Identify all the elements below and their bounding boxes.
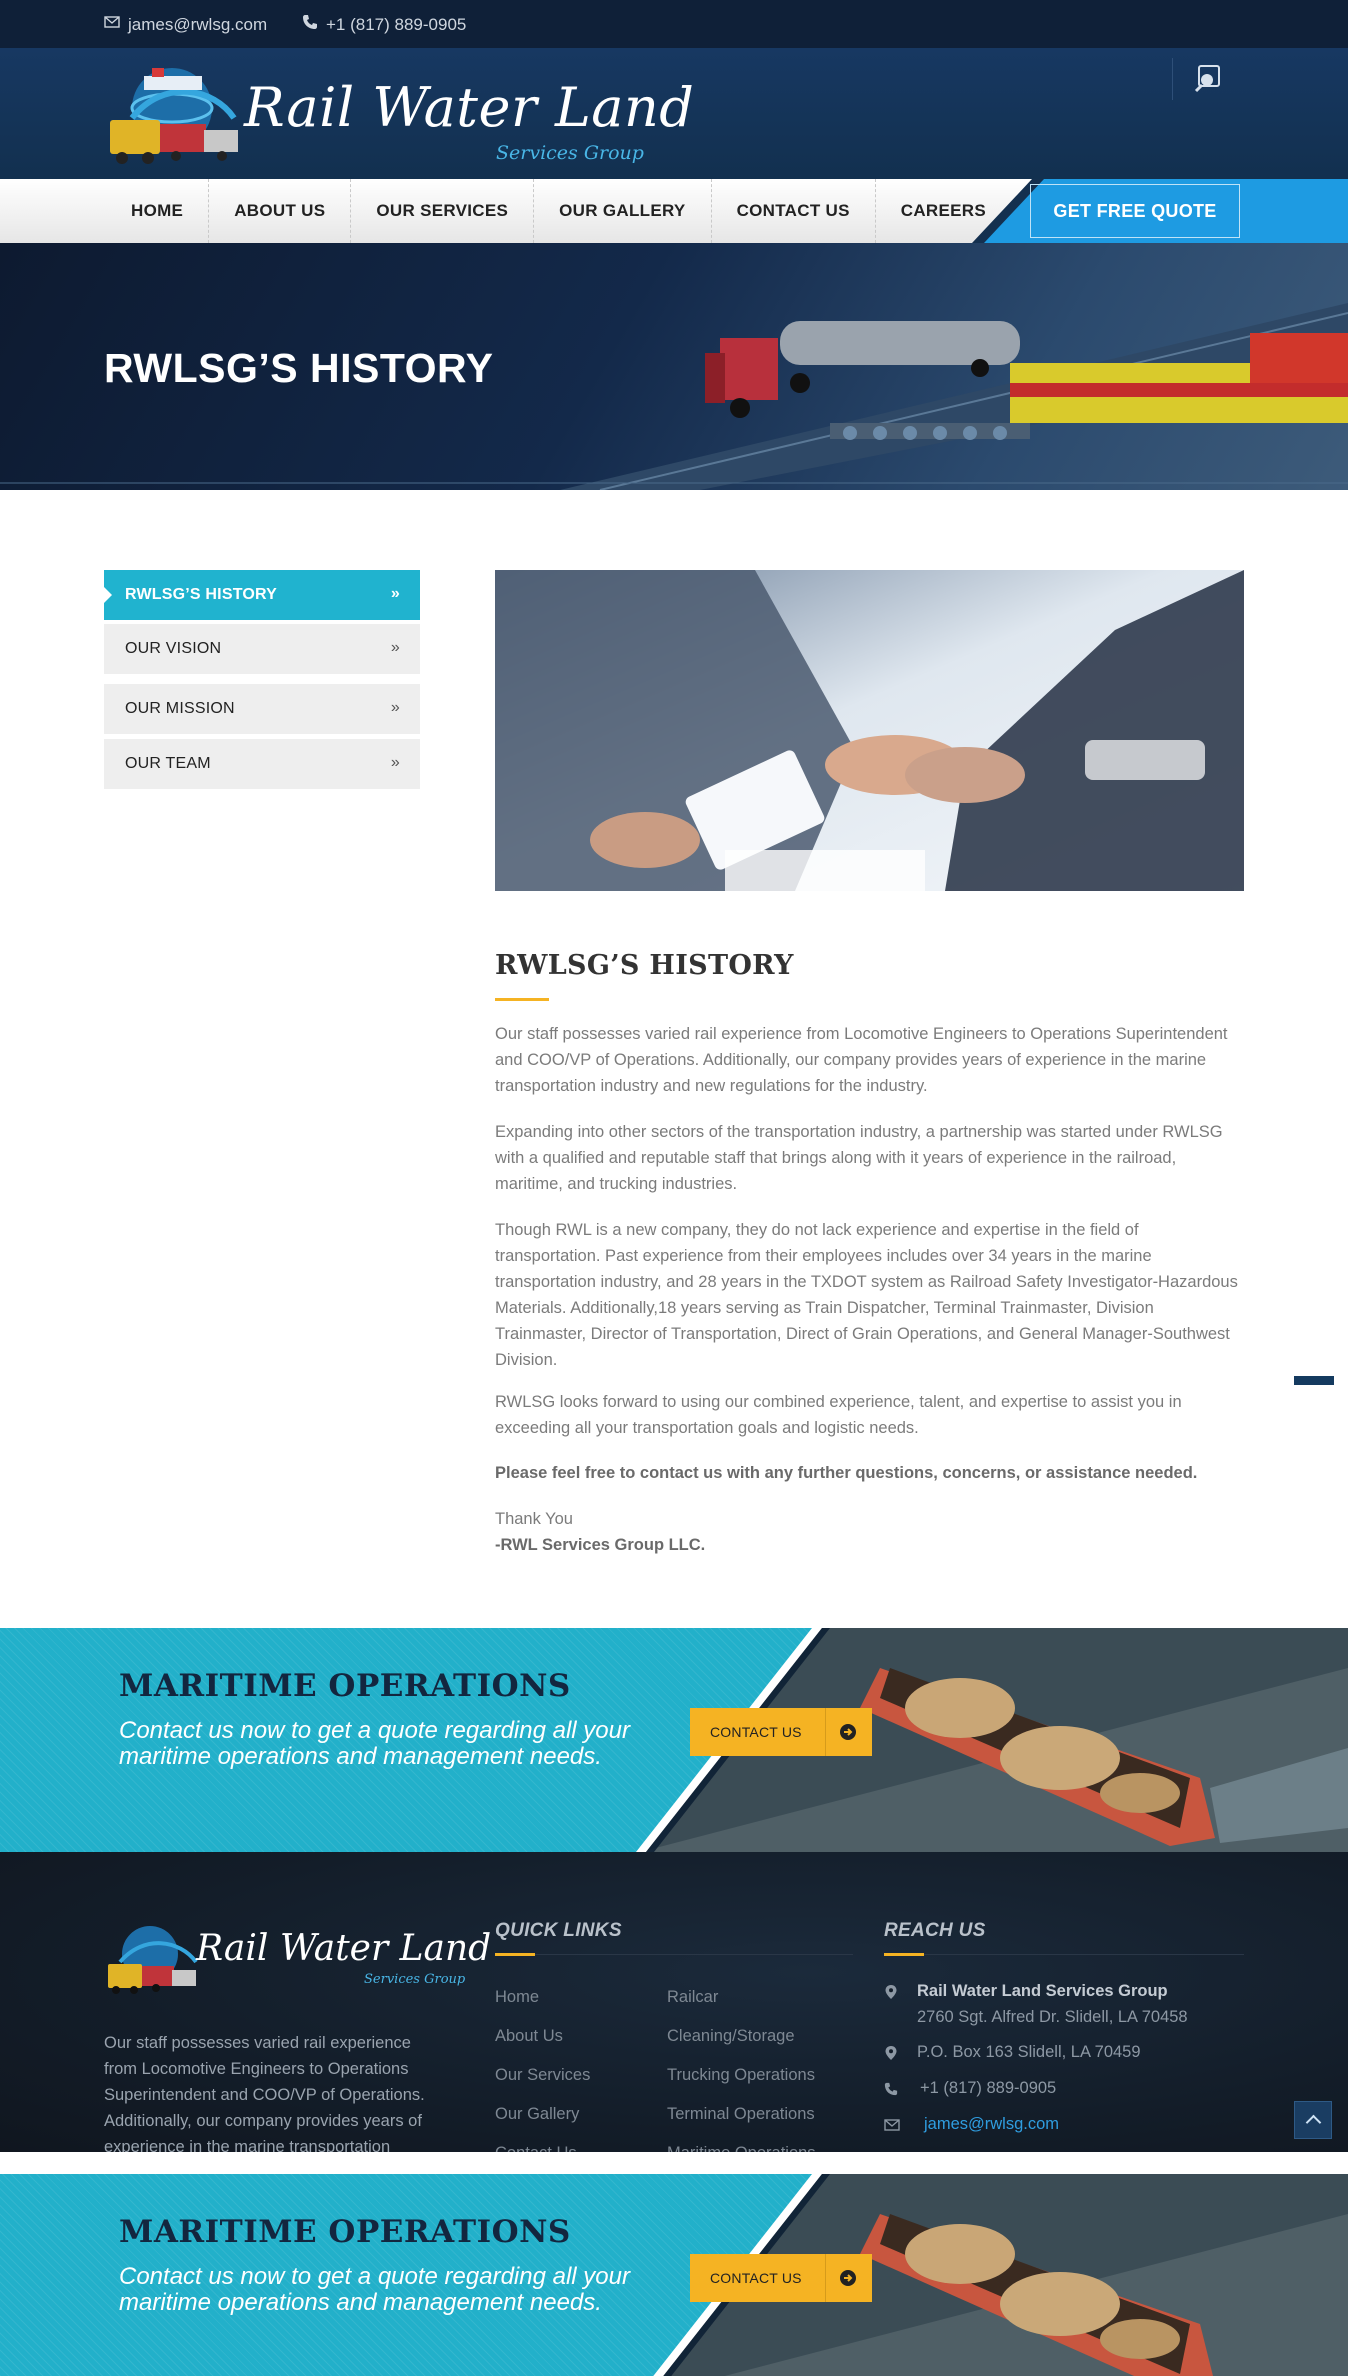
content-closing: Please feel free to contact us with any …: [495, 1464, 1198, 1482]
envelope-icon: [884, 2117, 900, 2133]
sidebar-item-mission[interactable]: OUR MISSION »: [104, 684, 420, 734]
cta-title: MARITIME OPERATIONS: [119, 1668, 571, 1704]
maritime-cta-repeat: MARITIME OPERATIONS Contact us now to ge…: [0, 2174, 1348, 2376]
double-chevron-right-icon: »: [390, 585, 400, 602]
site-logo[interactable]: Rail Water Land Services Group: [104, 58, 694, 176]
footer-link-cleaning[interactable]: Cleaning/Storage: [667, 2027, 795, 2046]
footer-phone-text: +1 (817) 889-0905: [920, 2079, 1057, 2097]
content-thank-you: Thank You: [495, 1510, 573, 1528]
sidebar-item-label: RWLSG’S HISTORY: [125, 586, 278, 603]
site-footer: Rail Water Land Services Group Our staff…: [0, 1852, 1348, 2152]
double-chevron-right-icon: »: [390, 639, 400, 656]
footer-about: Our staff possesses varied rail experien…: [104, 2034, 425, 2152]
topbar-email[interactable]: james@rwlsg.com: [104, 14, 267, 35]
contact-us-label: CONTACT US: [710, 1724, 802, 1740]
quick-links-heading: QUICK LINKS: [495, 1920, 622, 1941]
heading-underline: [495, 1953, 535, 1956]
content-signature: -RWL Services Group LLC.: [495, 1536, 706, 1554]
nav-home[interactable]: HOME: [106, 179, 210, 243]
site-header: Rail Water Land Services Group: [0, 48, 1348, 179]
footer-company: Rail Water Land Services Group: [917, 1982, 1168, 2000]
cta-text: Contact us now to get a quote regarding …: [119, 2263, 630, 2316]
search-toggle[interactable]: [1172, 58, 1242, 100]
sidebar-item-vision[interactable]: OUR VISION »: [104, 624, 420, 674]
footer-link-railcar[interactable]: Railcar: [667, 1988, 718, 2007]
topbar-phone-text: +1 (817) 889-0905: [326, 14, 467, 34]
content-paragraph: Expanding into other sectors of the tran…: [495, 1123, 1223, 1193]
maritime-cta: MARITIME OPERATIONS Contact us now to ge…: [0, 1628, 1348, 1852]
footer-link-gallery[interactable]: Our Gallery: [495, 2105, 579, 2124]
map-pin-icon: [884, 1984, 898, 2000]
footer-email-link[interactable]: james@rwlsg.com: [924, 2115, 1059, 2133]
envelope-icon: [104, 14, 120, 35]
sidebar-item-history[interactable]: RWLSG’S HISTORY »: [104, 570, 420, 620]
footer-link-services[interactable]: Our Services: [495, 2066, 590, 2085]
footer-logo-subtitle: Services Group: [364, 1972, 466, 1987]
handshake-image: [495, 570, 1244, 891]
nav-our-services[interactable]: OUR SERVICES: [351, 179, 535, 243]
map-pin-icon: [884, 2045, 898, 2061]
footer-address-line: 2760 Sgt. Alfred Dr. Slidell, LA 70458: [917, 2008, 1188, 2026]
footer-link-trucking[interactable]: Trucking Operations: [667, 2066, 815, 2085]
side-tab[interactable]: [1294, 1376, 1334, 1385]
double-chevron-right-icon: »: [390, 754, 400, 771]
content-paragraph: RWLSG looks forward to using our combine…: [495, 1393, 1182, 1437]
footer-link-about[interactable]: About Us: [495, 2027, 563, 2046]
logo-emblem: [110, 68, 238, 164]
sidebar-item-team[interactable]: OUR TEAM »: [104, 739, 420, 789]
arrow-circle-right-icon: [838, 2268, 858, 2288]
logo-title: Rail Water Land: [244, 76, 695, 139]
get-free-quote-button[interactable]: GET FREE QUOTE: [1030, 184, 1240, 238]
content-title: RWLSG’S HISTORY: [495, 950, 794, 981]
banner-title: RWLSG’S HISTORY: [104, 345, 494, 391]
double-chevron-right-icon: »: [390, 699, 400, 716]
content-paragraph: Though RWL is a new company, they do not…: [495, 1221, 1238, 1369]
footer-link-terminal[interactable]: Terminal Operations: [667, 2105, 815, 2124]
nav-about-us[interactable]: ABOUT US: [209, 179, 352, 243]
nav-contact-us[interactable]: CONTACT US: [712, 179, 876, 243]
cta-title: MARITIME OPERATIONS: [119, 2214, 571, 2250]
page-banner: RWLSG’S HISTORY: [0, 243, 1348, 490]
footer-link-home[interactable]: Home: [495, 1988, 539, 2007]
contact-us-label: CONTACT US: [710, 2270, 802, 2286]
title-underline: [495, 998, 549, 1001]
footer-logo-emblem: [108, 1926, 198, 1994]
arrow-circle-right-icon: [838, 1722, 858, 1742]
footer-logo-title: Rail Water Land: [196, 1928, 492, 1969]
footer-po-box-text: P.O. Box 163 Slidell, LA 70459: [917, 2043, 1141, 2061]
heading-underline: [884, 1953, 924, 1956]
content-paragraph: Our staff possesses varied rail experien…: [495, 1025, 1228, 1095]
sidebar-item-label: OUR TEAM: [125, 755, 211, 772]
reach-us-heading: REACH US: [884, 1920, 986, 1941]
topbar-phone[interactable]: +1 (817) 889-0905: [302, 14, 466, 35]
footer-link-contact[interactable]: Contact Us: [495, 2144, 577, 2152]
sidebar-item-label: OUR VISION: [125, 640, 222, 657]
contact-us-button[interactable]: CONTACT US: [690, 1708, 872, 1756]
phone-icon: [884, 2081, 898, 2097]
footer-link-maritime[interactable]: Maritime Operations: [667, 2144, 816, 2152]
scroll-to-top-button[interactable]: [1294, 2101, 1332, 2139]
footer-logo[interactable]: Rail Water Land Services Group: [104, 1920, 491, 2000]
sidebar-item-label: OUR MISSION: [125, 700, 235, 717]
phone-icon: [302, 14, 318, 35]
contact-us-button[interactable]: CONTACT US: [690, 2254, 872, 2302]
nav-our-gallery[interactable]: OUR GALLERY: [534, 179, 712, 243]
top-bar: james@rwlsg.com +1 (817) 889-0905: [0, 0, 1348, 48]
topbar-email-text: james@rwlsg.com: [128, 14, 268, 34]
logo-subtitle: Services Group: [496, 142, 644, 164]
cta-text: Contact us now to get a quote regarding …: [119, 1717, 630, 1770]
